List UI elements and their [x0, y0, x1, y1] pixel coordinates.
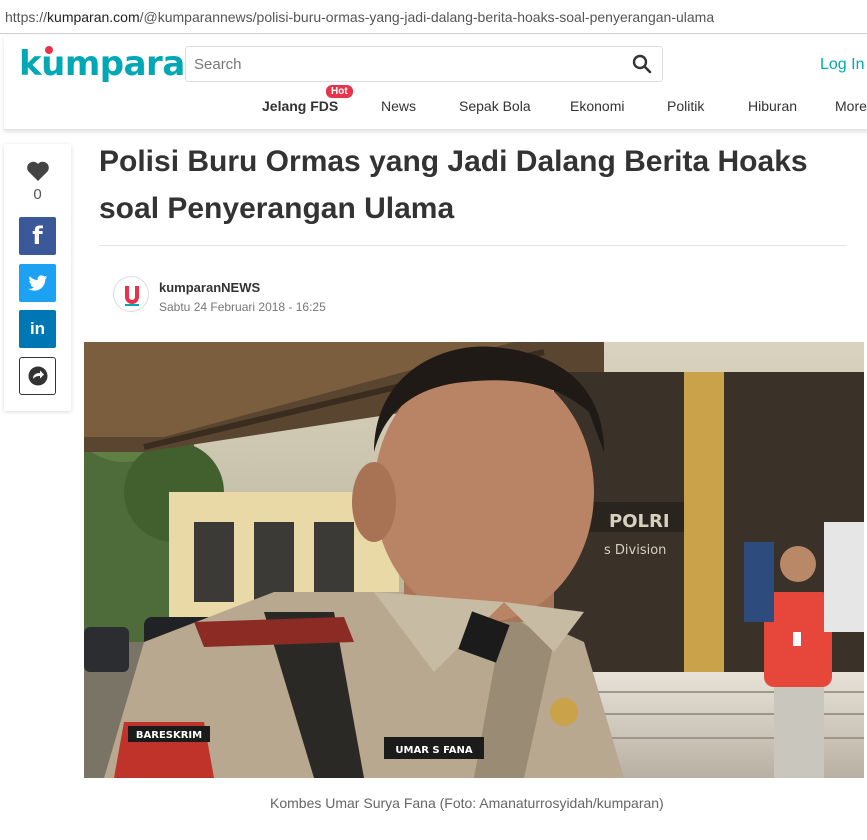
share-sidebar: 0 f in [4, 144, 71, 411]
heart-icon[interactable] [26, 160, 50, 182]
search-box [185, 46, 663, 82]
nav-item-jelang-fds[interactable]: Jelang FDS [262, 98, 338, 114]
nav-item-politik[interactable]: Politik [667, 98, 704, 114]
twitter-icon [27, 274, 47, 291]
photo-scene: BARESKRIM UMAR S FANA POLRI s Division [84, 342, 864, 778]
url-path: /@kumparannews/polisi-buru-ormas-yang-ja… [139, 9, 715, 25]
nav-item-more[interactable]: More [835, 98, 867, 114]
author-name[interactable]: kumparanNEWS [159, 280, 260, 295]
logo-text-start: k [19, 44, 42, 84]
logo-u-mark: u [41, 44, 65, 84]
nav-item-news[interactable]: News [381, 98, 416, 114]
like-count: 0 [33, 186, 42, 203]
share-arrow-icon [28, 366, 47, 386]
publish-date: Sabtu 24 Februari 2018 - 16:25 [159, 300, 326, 314]
name-tag-text: UMAR S FANA [395, 745, 472, 756]
nav-item-ekonomi[interactable]: Ekonomi [570, 98, 624, 114]
unit-patch-text: BARESKRIM [136, 730, 202, 741]
author-avatar[interactable] [113, 276, 149, 312]
nav-item-sepak-bola[interactable]: Sepak Bola [459, 98, 531, 114]
facebook-share-button[interactable]: f [19, 217, 56, 255]
building-sign-polri: POLRI [609, 511, 670, 532]
more-share-button[interactable] [19, 357, 56, 395]
nav-item-hiburan[interactable]: Hiburan [748, 98, 797, 114]
title-divider [99, 245, 847, 246]
caption-text: Kombes Umar Surya Fana (Foto: Amanaturro… [270, 795, 664, 811]
facebook-icon: f [32, 222, 43, 250]
hot-badge: Hot [326, 85, 353, 98]
article-title: Polisi Buru Ormas yang Jadi Dalang Berit… [99, 145, 808, 225]
login-link[interactable]: Log In / [820, 56, 867, 74]
category-nav: Jelang FDS Hot News Sepak Bola Ekonomi P… [4, 85, 867, 122]
search-icon[interactable] [632, 54, 652, 74]
linkedin-share-button[interactable]: in [19, 310, 56, 348]
linkedin-icon: in [29, 319, 46, 338]
url-domain: kumparan.com [47, 9, 140, 25]
building-sign-division: s Division [604, 543, 666, 558]
address-bar[interactable]: https://kumparan.com/@kumparannews/polis… [0, 0, 867, 34]
article-photo: BARESKRIM UMAR S FANA POLRI s Division [84, 342, 864, 778]
kumparan-logo[interactable]: k umparan [19, 44, 209, 84]
twitter-share-button[interactable] [19, 264, 56, 302]
url-prefix: https:// [5, 9, 48, 25]
site-header: kumparan Log In / Jelang FDS Hot News Se… [4, 36, 867, 130]
search-input[interactable] [186, 47, 606, 81]
kumparan-news-avatar-icon [125, 286, 139, 306]
